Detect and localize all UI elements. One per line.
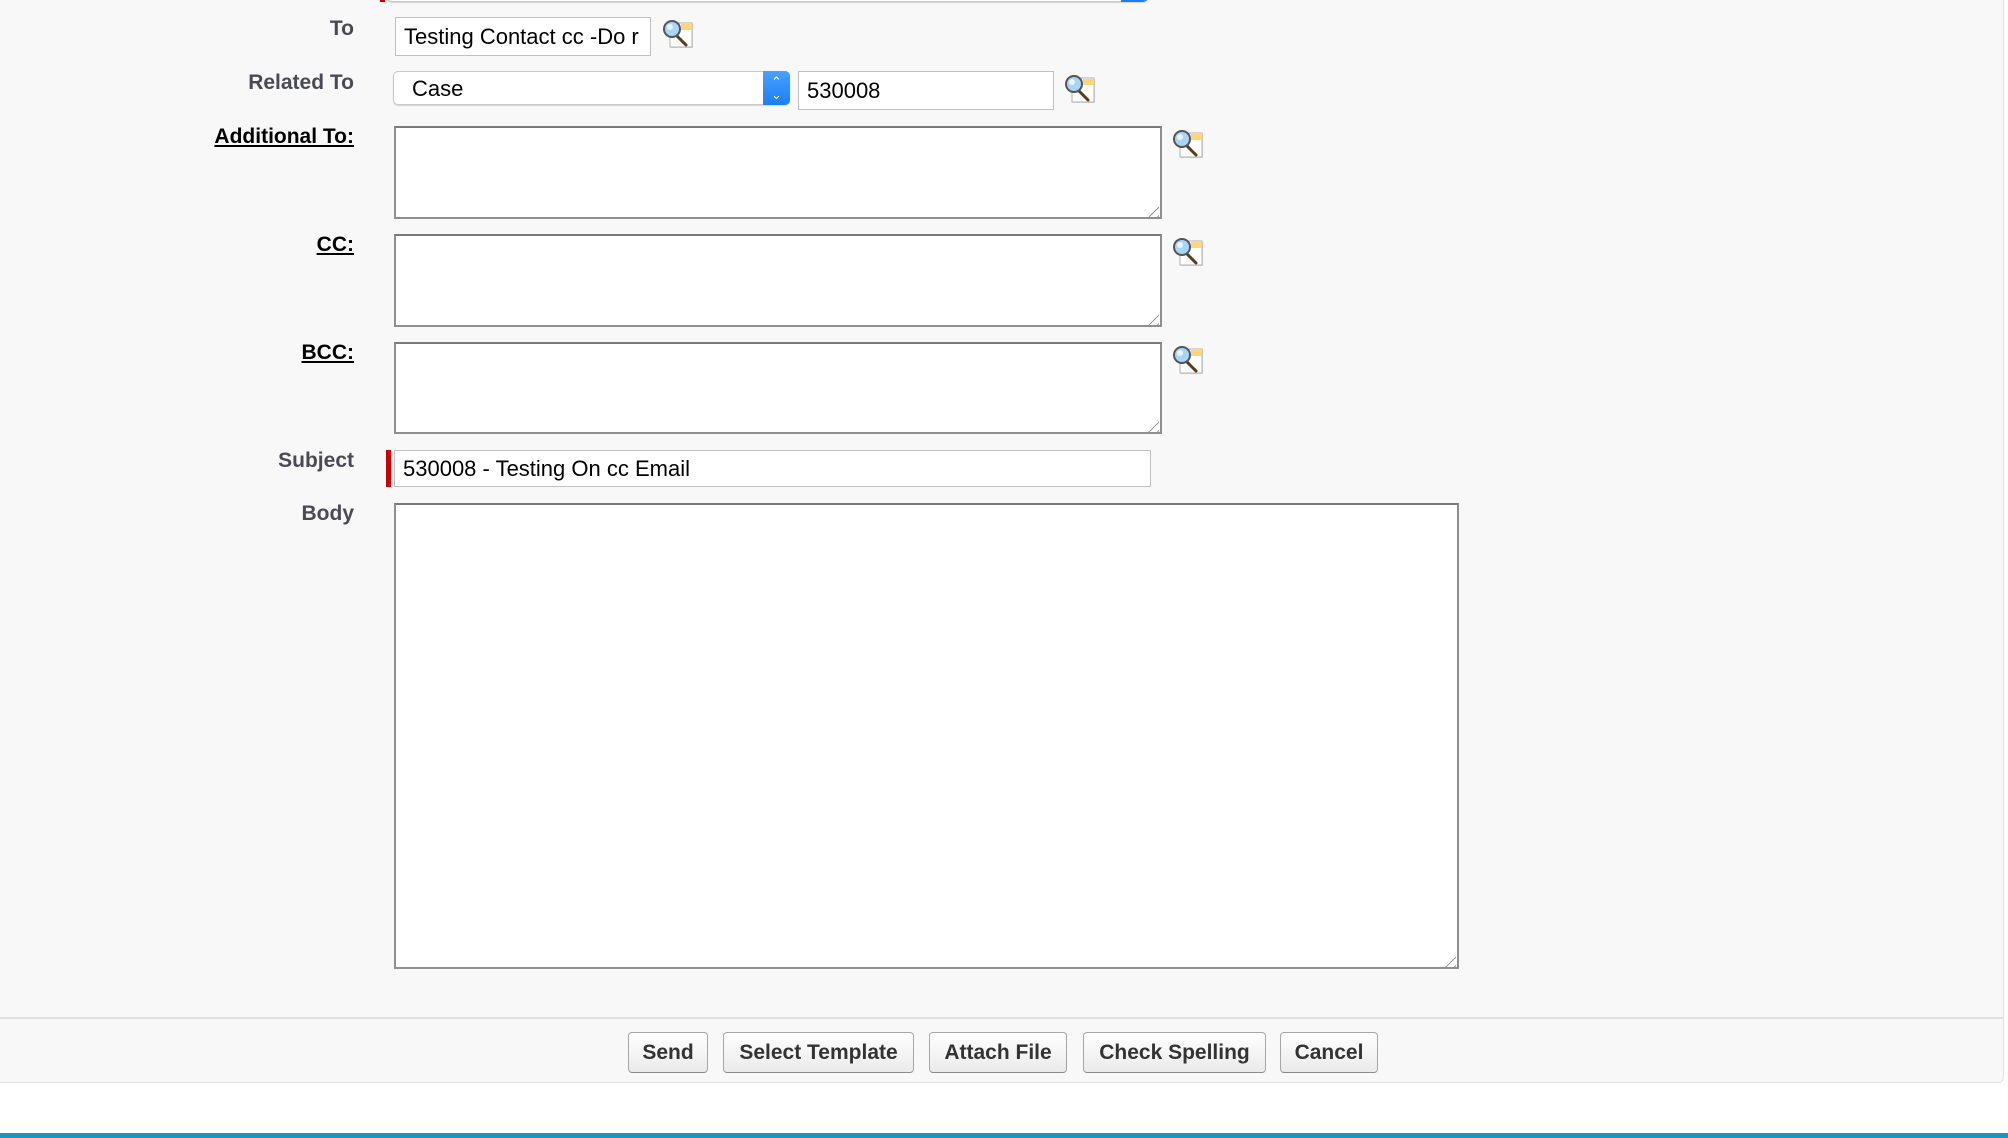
bcc-lookup-button[interactable] — [1171, 344, 1205, 376]
related-to-type-value: Case — [412, 76, 464, 101]
bcc-textarea[interactable] — [394, 342, 1162, 434]
cc-link[interactable]: CC: — [317, 233, 354, 257]
to-label: To — [329, 17, 354, 40]
body-label: Body — [301, 502, 355, 525]
cc-lookup-button[interactable] — [1171, 236, 1205, 268]
related-to-record-input[interactable] — [798, 71, 1054, 110]
lookup-magnifier-icon — [1173, 238, 1203, 266]
to-input[interactable] — [395, 17, 651, 56]
body-textarea[interactable] — [394, 503, 1459, 969]
up-down-chevron-icon — [1121, 0, 1148, 2]
lookup-magnifier-icon — [1065, 75, 1095, 103]
required-indicator — [386, 450, 391, 487]
bcc-link[interactable]: BCC: — [302, 341, 355, 365]
related-to-lookup-button[interactable] — [1063, 73, 1097, 105]
related-to-label: Related To — [248, 71, 354, 94]
top-select-partial[interactable] — [387, 0, 1148, 2]
subject-label: Subject — [278, 449, 354, 472]
footer-divider — [0, 1017, 2004, 1019]
cancel-button[interactable]: Cancel — [1280, 1032, 1378, 1073]
send-button[interactable]: Send — [628, 1032, 708, 1073]
lookup-magnifier-icon — [1173, 130, 1203, 158]
to-lookup-button[interactable] — [661, 18, 695, 50]
additional-to-lookup-button[interactable] — [1171, 128, 1205, 160]
related-to-type-select[interactable]: Case ⌃ ⌄ — [393, 71, 790, 105]
bottom-accent-bar — [0, 1133, 2008, 1138]
up-down-chevron-icon: ⌃ ⌄ — [763, 71, 790, 105]
lookup-magnifier-icon — [1173, 346, 1203, 374]
lookup-magnifier-icon — [663, 20, 693, 48]
attach-file-button[interactable]: Attach File — [929, 1032, 1067, 1073]
check-spelling-button[interactable]: Check Spelling — [1083, 1032, 1266, 1073]
additional-to-textarea[interactable] — [394, 126, 1162, 219]
required-indicator — [380, 0, 385, 2]
additional-to-link[interactable]: Additional To: — [214, 125, 354, 149]
select-template-button[interactable]: Select Template — [723, 1032, 914, 1073]
subject-input[interactable] — [394, 450, 1151, 487]
cc-textarea[interactable] — [394, 234, 1162, 327]
